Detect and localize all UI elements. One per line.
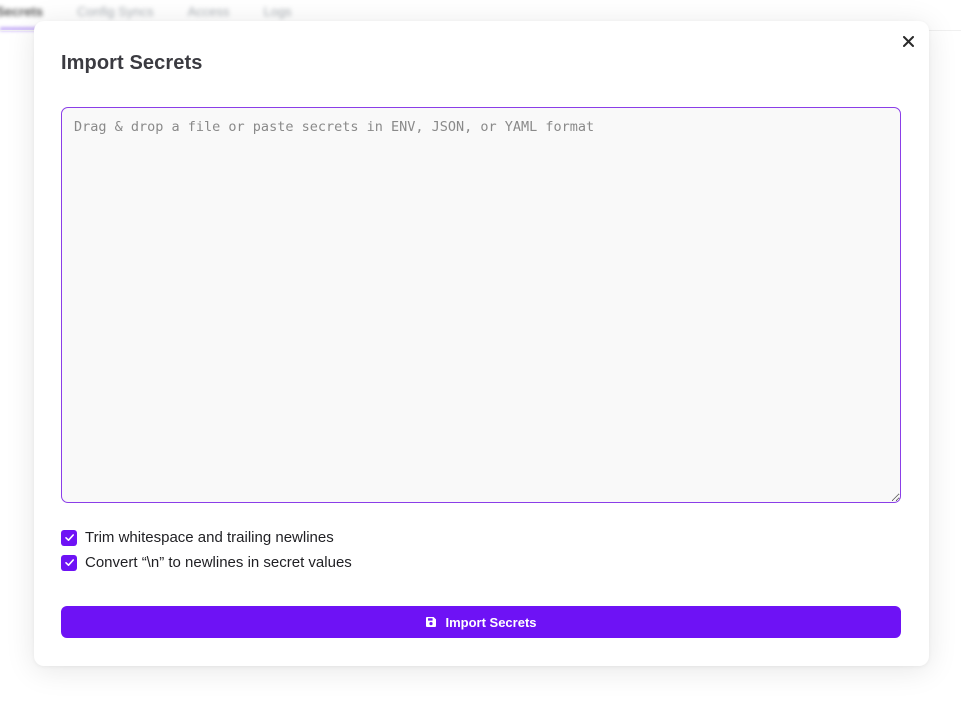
- save-icon: [426, 617, 437, 627]
- modal-title: Import Secrets: [61, 52, 203, 74]
- trim-whitespace-label: Trim whitespace and trailing newlines: [85, 529, 334, 546]
- close-button[interactable]: [900, 33, 916, 49]
- trim-whitespace-option[interactable]: Trim whitespace and trailing newlines: [61, 529, 334, 546]
- tab-secrets: Secrets: [0, 4, 43, 19]
- convert-newlines-label: Convert “\n” to newlines in secret value…: [85, 554, 352, 571]
- secrets-textarea[interactable]: [61, 107, 901, 503]
- import-secrets-button[interactable]: Import Secrets: [61, 606, 901, 638]
- convert-newlines-option[interactable]: Convert “\n” to newlines in secret value…: [61, 554, 352, 571]
- convert-newlines-checkbox[interactable]: [61, 554, 77, 571]
- import-secrets-button-label: Import Secrets: [445, 614, 537, 630]
- checkmark-icon: [64, 559, 74, 566]
- checkmark-icon: [64, 534, 74, 541]
- import-secrets-modal: Import Secrets Trim whitespace and trail…: [34, 21, 929, 666]
- trim-whitespace-checkbox[interactable]: [61, 529, 77, 546]
- close-icon: [902, 35, 914, 47]
